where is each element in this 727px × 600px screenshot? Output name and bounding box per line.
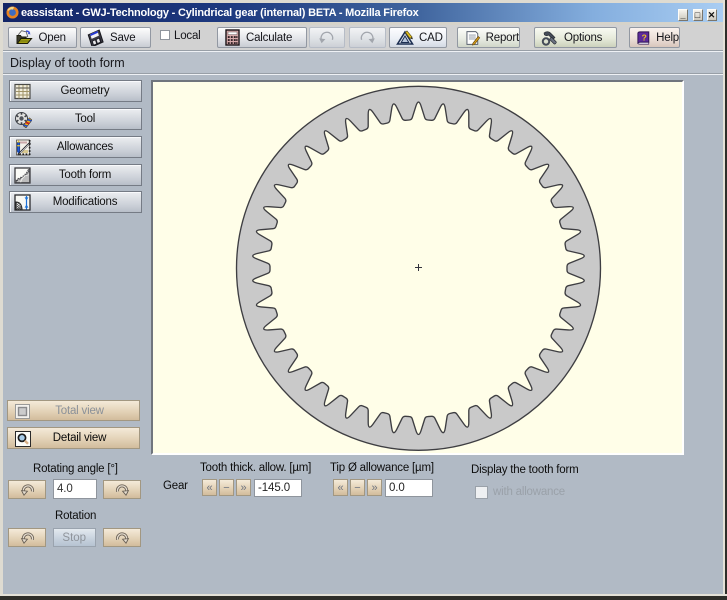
svg-text:?: ? <box>642 32 647 42</box>
